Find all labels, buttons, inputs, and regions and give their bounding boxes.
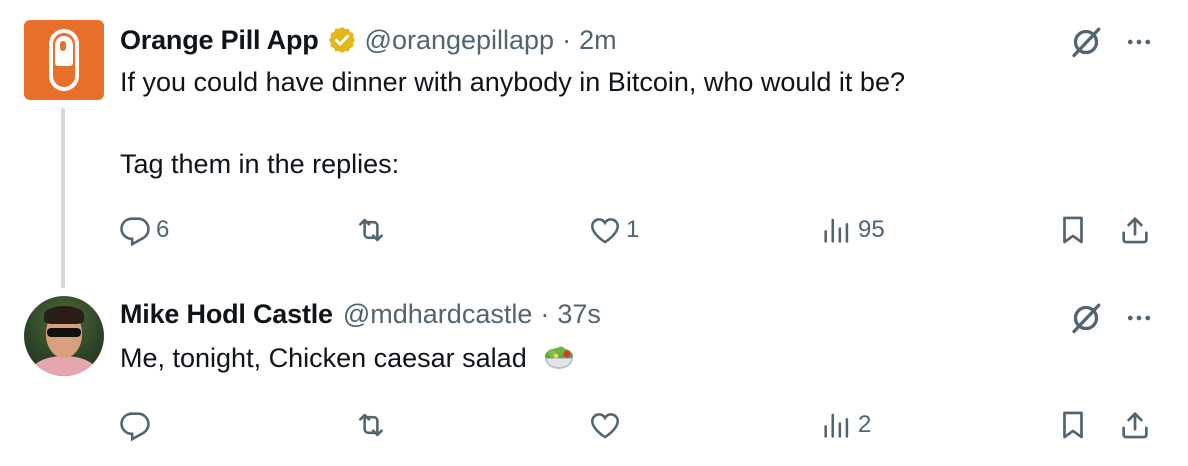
retweet-button[interactable] xyxy=(354,210,392,250)
avatar[interactable] xyxy=(24,296,104,376)
retweet-icon xyxy=(354,213,388,247)
view-count: 2 xyxy=(858,411,872,438)
separator: · xyxy=(540,298,550,329)
tweet-header: Orange Pill App @orangepillapp · 2m xyxy=(120,22,617,58)
author-handle[interactable]: @mdhardcastle xyxy=(343,299,533,330)
more-icon[interactable] xyxy=(1124,303,1154,333)
thread-line xyxy=(61,108,65,288)
more-icon[interactable] xyxy=(1124,27,1154,57)
bookmark-button[interactable] xyxy=(1056,210,1090,250)
grok-icon[interactable] xyxy=(1068,300,1104,336)
views-button[interactable]: 95 xyxy=(820,210,885,250)
views-button[interactable]: 2 xyxy=(820,405,871,445)
heart-icon xyxy=(588,213,622,247)
like-count: 1 xyxy=(626,216,640,243)
share-button[interactable] xyxy=(1118,210,1152,250)
bookmark-button[interactable] xyxy=(1056,405,1090,445)
bookmark-icon xyxy=(1056,213,1090,247)
tweet-actions: 6 1 95 xyxy=(0,210,1188,250)
share-button[interactable] xyxy=(1118,405,1152,445)
retweet-icon xyxy=(354,408,388,442)
reply-button[interactable] xyxy=(118,405,156,445)
tweet-header: Mike Hodl Castle @mdhardcastle · 37s xyxy=(120,296,601,332)
like-button[interactable]: 1 xyxy=(588,210,639,250)
verified-badge-icon[interactable] xyxy=(327,25,357,55)
view-count: 95 xyxy=(858,216,885,243)
bookmark-icon xyxy=(1056,408,1090,442)
grok-icon[interactable] xyxy=(1068,24,1104,60)
views-icon xyxy=(820,213,854,247)
tweet-top-actions xyxy=(1068,300,1154,336)
reply-count: 6 xyxy=(156,216,170,243)
orange-pill-logo-avatar[interactable] xyxy=(24,20,104,100)
timestamp[interactable]: 37s xyxy=(557,299,601,330)
tweet-text-line: If you could have dinner with anybody in… xyxy=(120,67,905,97)
tweet-text: Me, tonight, Chicken caesar salad xyxy=(120,343,527,373)
sunglasses xyxy=(47,328,81,337)
tweet-actions: 2 xyxy=(0,405,1188,445)
tweet-text-line: Tag them in the replies: xyxy=(120,149,400,179)
author-name[interactable]: Mike Hodl Castle xyxy=(120,299,333,330)
like-button[interactable] xyxy=(588,405,626,445)
tweet-top-actions xyxy=(1068,24,1154,60)
share-icon xyxy=(1118,408,1152,442)
author-handle[interactable]: @orangepillapp xyxy=(365,25,555,56)
tweet-text-line: Me, tonight, Chicken caesar salad xyxy=(120,340,576,376)
reply-icon xyxy=(118,213,152,247)
share-icon xyxy=(1118,213,1152,247)
author-name[interactable]: Orange Pill App xyxy=(120,25,319,56)
reply-icon xyxy=(118,408,152,442)
tweet[interactable]: Orange Pill App @orangepillapp · 2m If y… xyxy=(0,0,1188,290)
retweet-button[interactable] xyxy=(354,405,392,445)
views-icon xyxy=(820,408,854,442)
heart-icon xyxy=(588,408,622,442)
reply-button[interactable]: 6 xyxy=(118,210,169,250)
timestamp[interactable]: 2m xyxy=(579,25,617,56)
tweet-reply[interactable]: Mike Hodl Castle @mdhardcastle · 37s Me,… xyxy=(0,290,1188,466)
salad-emoji xyxy=(545,346,574,369)
separator: · xyxy=(562,24,572,55)
